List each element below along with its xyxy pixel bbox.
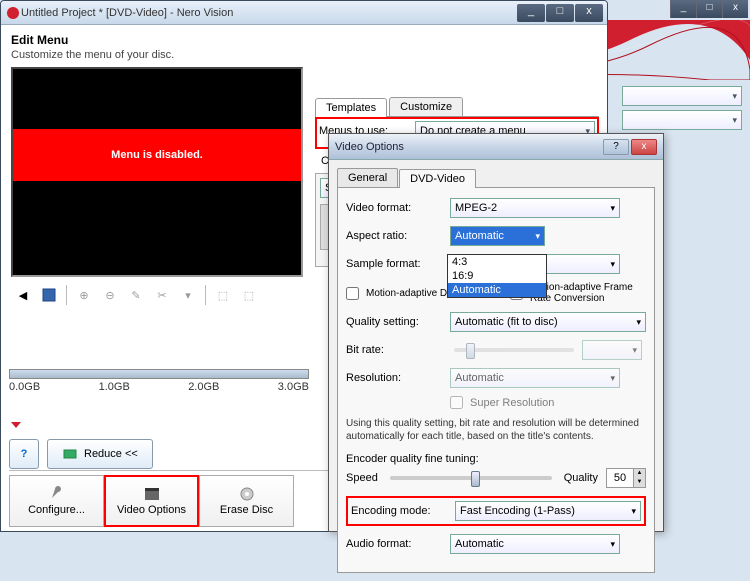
expand-button[interactable] — [9, 418, 23, 435]
resolution-label: Resolution: — [346, 372, 446, 384]
page-heading: Edit Menu — [11, 33, 597, 47]
tool-3[interactable]: ✎ — [124, 283, 148, 307]
bg-dropdown-2[interactable] — [622, 110, 742, 130]
tab-templates[interactable]: Templates — [315, 98, 387, 117]
quality-setting-label: Quality setting: — [346, 316, 446, 328]
dialog-help-button[interactable]: ? — [603, 139, 629, 155]
tool-5[interactable]: ▾ — [176, 283, 200, 307]
tool-1[interactable]: ⊕ — [72, 283, 96, 307]
menu-preview: Menu is disabled. — [11, 67, 303, 277]
aspect-ratio-dropdown[interactable]: Automatic — [450, 226, 545, 246]
ruler-tick: 3.0GB — [278, 381, 309, 393]
minimize-button[interactable]: _ — [517, 4, 545, 22]
dialog-title: Video Options — [335, 141, 603, 153]
tab-general[interactable]: General — [337, 168, 398, 187]
app-icon — [5, 5, 21, 21]
audio-format-dropdown[interactable]: Automatic — [450, 534, 620, 554]
ruler-tick: 1.0GB — [99, 381, 130, 393]
dialog-titlebar[interactable]: Video Options ? x — [329, 134, 663, 160]
tool-6[interactable]: ⬚ — [211, 283, 235, 307]
ruler-bar[interactable] — [9, 369, 309, 379]
reduce-button[interactable]: Reduce << — [47, 439, 153, 469]
tool-2[interactable]: ⊖ — [98, 283, 122, 307]
dialog-close-button[interactable]: x — [631, 139, 657, 155]
wrench-icon — [49, 486, 65, 502]
tool-4[interactable]: ✂ — [150, 283, 174, 307]
encoding-mode-dropdown[interactable]: Fast Encoding (1-Pass) — [455, 501, 641, 521]
bg-window-buttons: _ □ x — [670, 0, 748, 18]
bg-minimize-button[interactable]: _ — [670, 0, 696, 18]
bitrate-slider[interactable] — [454, 348, 574, 352]
configure-button[interactable]: Configure... — [9, 475, 104, 527]
spin-up[interactable]: ▲ — [633, 469, 645, 478]
save-icon-button[interactable] — [37, 283, 61, 307]
bg-maximize-button[interactable]: □ — [696, 0, 722, 18]
close-button[interactable]: x — [575, 4, 603, 22]
bg-close-button[interactable]: x — [722, 0, 748, 18]
audio-format-label: Audio format: — [346, 538, 446, 550]
video-format-label: Video format: — [346, 202, 446, 214]
disc-size-ruler: 0.0GB 1.0GB 2.0GB 3.0GB — [9, 369, 309, 401]
quality-spinner[interactable]: ▲▼ — [606, 468, 646, 488]
speed-label: Speed — [346, 472, 378, 484]
video-format-dropdown[interactable]: MPEG-2 — [450, 198, 620, 218]
quality-slider[interactable] — [390, 476, 552, 480]
prev-page-button[interactable]: ◀ — [11, 283, 35, 307]
tab-customize[interactable]: Customize — [389, 97, 463, 116]
resolution-dropdown[interactable]: Automatic — [450, 368, 620, 388]
encoding-mode-label: Encoding mode: — [351, 505, 451, 517]
erase-disc-button[interactable]: Erase Disc — [199, 475, 294, 527]
page-subheading: Customize the menu of your disc. — [11, 49, 597, 61]
ruler-tick: 2.0GB — [188, 381, 219, 393]
ruler-tick: 0.0GB — [9, 381, 40, 393]
superres-label: Super Resolution — [470, 397, 554, 409]
bitrate-label: Bit rate: — [346, 344, 446, 356]
tool-7[interactable]: ⬚ — [237, 283, 261, 307]
quality-value-input[interactable] — [607, 469, 633, 487]
framerate-label: Motion-adaptive Frame Rate Conversion — [530, 282, 646, 304]
aspect-option-169[interactable]: 16:9 — [448, 269, 546, 283]
quality-note: Using this quality setting, bit rate and… — [346, 417, 646, 443]
sample-format-label: Sample format: — [346, 258, 446, 270]
aspect-option-43[interactable]: 4:3 — [448, 255, 546, 269]
aspect-ratio-list: 4:3 16:9 Automatic — [447, 254, 547, 298]
quality-setting-dropdown[interactable]: Automatic (fit to disc) — [450, 312, 646, 332]
disc-icon — [239, 486, 255, 502]
quality-label: Quality — [564, 472, 598, 484]
maximize-button[interactable]: □ — [546, 4, 574, 22]
deinterlacing-checkbox[interactable] — [346, 287, 359, 300]
main-titlebar: Untitled Project * [DVD-Video] - Nero Vi… — [1, 1, 607, 25]
clapper-icon — [144, 486, 160, 502]
video-options-button[interactable]: Video Options — [104, 475, 199, 527]
menu-disabled-banner: Menu is disabled. — [13, 129, 301, 181]
tab-dvd-video[interactable]: DVD-Video — [399, 169, 476, 188]
window-title: Untitled Project * [DVD-Video] - Nero Vi… — [21, 7, 516, 19]
bitrate-value[interactable] — [582, 340, 642, 360]
superres-checkbox[interactable] — [450, 396, 463, 409]
finetune-label: Encoder quality fine tuning: — [346, 453, 646, 465]
video-options-dialog: Video Options ? x General DVD-Video Vide… — [328, 133, 664, 532]
help-button[interactable]: ? — [9, 439, 39, 469]
aspect-ratio-label: Aspect ratio: — [346, 230, 446, 242]
bg-dropdown-1[interactable] — [622, 86, 742, 106]
aspect-option-auto[interactable]: Automatic — [448, 283, 546, 297]
spin-down[interactable]: ▼ — [633, 478, 645, 487]
